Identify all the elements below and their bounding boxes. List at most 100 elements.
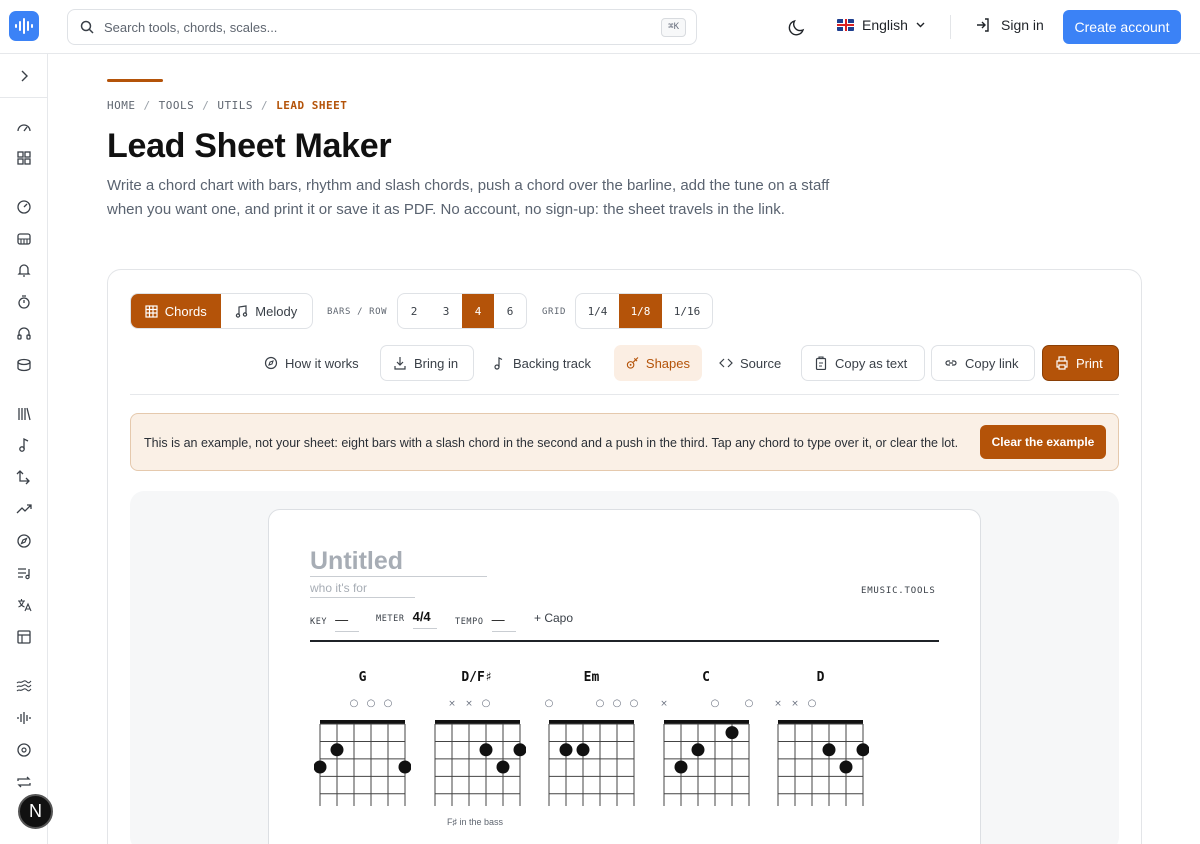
string-markers: ○ ○ ○ ○ (545, 698, 639, 709)
how-it-works-button[interactable]: How it works (252, 345, 371, 381)
print-button[interactable]: Print (1042, 345, 1119, 381)
breadcrumb-tools[interactable]: TOOLS (159, 99, 195, 112)
logo-icon[interactable] (9, 11, 39, 41)
chord-fretboard[interactable] (658, 719, 755, 809)
chord-fretboard[interactable] (429, 719, 526, 809)
sheet-title-input[interactable]: Untitled (310, 547, 403, 576)
link-icon (945, 360, 957, 366)
library-icon[interactable] (16, 406, 32, 422)
chord-name[interactable]: D/F♯ (447, 670, 507, 685)
breadcrumb-utils[interactable]: UTILS (217, 99, 253, 112)
headphones-icon[interactable] (16, 325, 32, 341)
search-icon (80, 20, 94, 34)
finger-dot (479, 743, 492, 757)
uk-flag-icon (837, 19, 854, 31)
muted-string-marker: × (465, 699, 473, 709)
music-note-icon[interactable] (16, 437, 32, 453)
meter-field[interactable]: METER 4/4 (376, 609, 437, 629)
shortcut-hint: ⌘K (661, 18, 686, 37)
table-icon[interactable] (16, 629, 32, 645)
bars-option-6[interactable]: 6 (494, 294, 526, 328)
grid-icon (145, 304, 158, 318)
grid-icon[interactable] (16, 150, 32, 166)
music-notes-icon (236, 304, 248, 318)
theme-toggle-icon[interactable] (787, 17, 807, 37)
sign-in-label: Sign in (1001, 17, 1044, 33)
copy-link-label: Copy link (965, 355, 1019, 371)
stopwatch-icon[interactable] (16, 294, 32, 310)
bring-in-label: Bring in (414, 355, 459, 371)
backing-track-label: Backing track (513, 355, 592, 371)
transpose-icon[interactable] (16, 469, 32, 485)
gauge-icon[interactable] (16, 119, 32, 135)
bars-option-2[interactable]: 2 (398, 294, 430, 328)
copy-as-text-button[interactable]: Copy as text (801, 345, 925, 381)
sidebar-divider (0, 97, 48, 98)
chord-name[interactable]: Em (562, 670, 622, 685)
trend-icon[interactable] (16, 501, 32, 517)
clear-example-button[interactable]: Clear the example (980, 425, 1106, 459)
chord-fretboard[interactable] (314, 719, 411, 809)
meter-value: 4/4 (412, 609, 437, 629)
timer-icon[interactable] (16, 199, 32, 215)
source-button[interactable]: Source (707, 345, 793, 381)
chevron-right-icon[interactable] (16, 68, 32, 84)
translate-icon[interactable] (16, 597, 32, 613)
audio-wave-icon[interactable] (16, 710, 32, 726)
finger-dot (496, 760, 509, 774)
list-music-icon[interactable] (16, 565, 32, 581)
create-account-button[interactable]: Create account (1063, 10, 1181, 44)
add-capo-button[interactable]: + Capo (534, 611, 573, 625)
grid-option-quarter[interactable]: 1/4 (576, 294, 619, 328)
waves-icon[interactable] (16, 678, 32, 694)
vinyl-icon[interactable] (16, 742, 32, 758)
chevron-down-icon (916, 22, 925, 28)
nut (663, 720, 749, 724)
mode-toggle: Chords Melody (130, 293, 313, 329)
compass-icon[interactable] (16, 533, 32, 549)
source-label: Source (740, 355, 782, 371)
breadcrumb: HOME / TOOLS / UTILS / LEAD SHEET (107, 99, 347, 112)
open-string-marker: ○ (710, 698, 719, 709)
search-input[interactable]: Search tools, chords, scales... ⌘K (67, 9, 697, 45)
language-selector[interactable]: English (837, 17, 925, 33)
tempo-field[interactable]: TEMPO — (455, 612, 516, 632)
bars-per-row-selector: 2 3 4 6 (397, 293, 527, 329)
finger-dot (822, 743, 836, 757)
melody-mode-button[interactable]: Melody (221, 294, 313, 328)
piano-icon[interactable] (16, 231, 32, 247)
finger-dot (691, 743, 704, 757)
chord-name[interactable]: D (791, 670, 851, 685)
drum-icon[interactable] (16, 357, 32, 373)
nut (778, 720, 863, 724)
backing-track-button[interactable]: Backing track (480, 345, 603, 381)
chords-mode-button[interactable]: Chords (131, 294, 221, 328)
grid-option-sixteenth[interactable]: 1/16 (662, 294, 712, 328)
bell-icon[interactable] (16, 262, 32, 278)
bars-option-3[interactable]: 3 (430, 294, 462, 328)
printer-icon (1056, 356, 1068, 370)
key-field[interactable]: KEY — (310, 612, 360, 632)
breadcrumb-home[interactable]: HOME (107, 99, 136, 112)
repeat-icon[interactable] (16, 774, 32, 790)
sign-in-link[interactable]: Sign in (975, 17, 1044, 33)
chord-fretboard[interactable] (543, 719, 640, 809)
finger-dot (674, 760, 687, 774)
grid-label: GRID (542, 307, 567, 317)
avatar[interactable]: N (18, 794, 53, 829)
chord-name[interactable]: C (676, 670, 736, 685)
bring-in-button[interactable]: Bring in (380, 345, 474, 381)
open-string-marker: ○ (613, 698, 622, 709)
shapes-button[interactable]: Shapes (614, 345, 702, 381)
chord-name[interactable]: G (333, 670, 393, 685)
sheet-subtitle-input[interactable]: who it's for (310, 581, 367, 595)
sidebar (0, 54, 48, 844)
chord-fretboard[interactable] (772, 719, 869, 809)
copy-link-button[interactable]: Copy link (931, 345, 1035, 381)
open-string-marker: ○ (808, 698, 817, 709)
example-notice: This is an example, not your sheet: eigh… (130, 413, 1119, 471)
grid-option-eighth[interactable]: 1/8 (619, 294, 662, 328)
music-note-icon (494, 357, 503, 370)
bars-option-4[interactable]: 4 (462, 294, 494, 328)
finger-dot (856, 743, 869, 757)
